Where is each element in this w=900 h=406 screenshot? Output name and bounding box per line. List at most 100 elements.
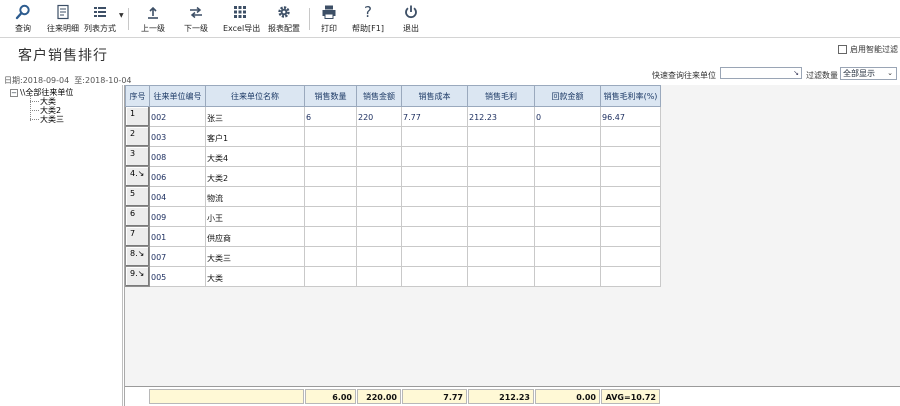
sales-profit-cell[interactable] [467,206,535,227]
sales-profit-cell[interactable] [467,146,535,167]
unit-code-cell[interactable]: 007 [149,246,206,267]
margin-rate-cell[interactable] [600,206,661,227]
row-number[interactable]: 4.↘ [125,166,150,187]
received-amount-cell[interactable] [534,126,601,147]
margin-rate-cell[interactable] [600,146,661,167]
received-amount-cell[interactable] [534,146,601,167]
table-row[interactable]: 8.↘ 007 大类三 [125,246,661,267]
query-button[interactable]: 查询 [10,4,36,36]
sales-amount-cell[interactable] [356,186,402,207]
quick-query-input[interactable] [720,67,802,79]
received-amount-cell[interactable] [534,246,601,267]
sales-cost-cell[interactable] [401,146,468,167]
margin-rate-cell[interactable] [600,246,661,267]
received-amount-cell[interactable] [534,206,601,227]
sales-cost-cell[interactable] [401,166,468,187]
sales-amount-cell[interactable] [356,246,402,267]
column-header[interactable]: 销售毛利率(%) [600,85,661,107]
row-number[interactable]: 6 [125,206,150,227]
unit-code-cell[interactable]: 009 [149,206,206,227]
table-row[interactable]: 7 001 供应商 [125,226,661,247]
sales-profit-cell[interactable] [467,246,535,267]
sales-profit-cell[interactable] [467,166,535,187]
sales-qty-cell[interactable] [304,226,357,247]
level-up-button[interactable]: 上一级 [140,4,166,36]
margin-rate-cell[interactable] [600,126,661,147]
sales-cost-cell[interactable] [401,246,468,267]
sales-amount-cell[interactable] [356,266,402,287]
unit-code-cell[interactable]: 006 [149,166,206,187]
table-row[interactable]: 4.↘ 006 大类2 [125,166,661,187]
sales-cost-cell[interactable] [401,226,468,247]
table-row[interactable]: 3 008 大类4 [125,146,661,167]
sales-cost-cell[interactable] [401,206,468,227]
level-down-button[interactable]: 下一级 [183,4,209,36]
unit-name-cell[interactable]: 大类2 [205,166,305,187]
table-row[interactable]: 9.↘ 005 大类 [125,266,661,287]
sales-profit-cell[interactable] [467,186,535,207]
unit-name-cell[interactable]: 客户1 [205,126,305,147]
checkbox-box[interactable] [838,44,847,54]
unit-code-cell[interactable]: 002 [149,106,206,127]
sales-qty-cell[interactable] [304,206,357,227]
dropdown-arrow-icon[interactable]: ↘ [791,68,801,78]
row-number[interactable]: 1 [125,106,150,127]
sales-cost-cell[interactable] [401,126,468,147]
received-amount-cell[interactable] [534,226,601,247]
sales-qty-cell[interactable] [304,146,357,167]
excel-export-button[interactable]: Excel导出 [223,4,260,36]
table-row[interactable]: 2 003 客户1 [125,126,661,147]
row-number[interactable]: 7 [125,226,150,247]
unit-name-cell[interactable]: 供应商 [205,226,305,247]
help-button[interactable]: ? 帮助[F1] [350,4,386,36]
unit-name-cell[interactable]: 物流 [205,186,305,207]
sales-qty-cell[interactable] [304,126,357,147]
tree-item[interactable]: 大类三 [30,114,64,125]
column-header[interactable]: 销售金额 [356,85,402,107]
print-button[interactable]: 打印 [318,4,340,36]
margin-rate-cell[interactable] [600,166,661,187]
sales-qty-cell[interactable]: 6 [304,106,357,127]
column-header[interactable]: 销售毛利 [467,85,535,107]
received-amount-cell[interactable] [534,266,601,287]
margin-rate-cell[interactable] [600,186,661,207]
filter-count-select[interactable]: 全部显示 ⌄ [840,67,897,80]
column-header[interactable]: 回款金额 [534,85,601,107]
sales-profit-cell[interactable] [467,226,535,247]
sales-profit-cell[interactable] [467,266,535,287]
smart-filter-checkbox[interactable]: 启用智能过滤 [838,43,898,55]
unit-name-cell[interactable]: 小王 [205,206,305,227]
margin-rate-cell[interactable] [600,226,661,247]
exit-button[interactable]: 退出 [400,4,422,36]
table-row[interactable]: 6 009 小王 [125,206,661,227]
row-number[interactable]: 2 [125,126,150,147]
received-amount-cell[interactable]: 0 [534,106,601,127]
sales-profit-cell[interactable] [467,126,535,147]
column-header[interactable]: 销售成本 [401,85,468,107]
table-row[interactable]: 1 002 张三 6 220 7.77 212.23 0 96.47 [125,106,661,127]
row-number[interactable]: 5 [125,186,150,207]
sales-amount-cell[interactable] [356,206,402,227]
column-header[interactable]: 往来单位名称 [205,85,305,107]
sales-amount-cell[interactable] [356,166,402,187]
unit-code-cell[interactable]: 005 [149,266,206,287]
sales-amount-cell[interactable] [356,226,402,247]
margin-rate-cell[interactable]: 96.47 [600,106,661,127]
sales-qty-cell[interactable] [304,166,357,187]
received-amount-cell[interactable] [534,186,601,207]
list-mode-button[interactable]: 列表方式 [82,4,118,36]
detail-button[interactable]: 往来明细 [44,4,82,36]
sales-profit-cell[interactable]: 212.23 [467,106,535,127]
sales-qty-cell[interactable] [304,266,357,287]
unit-name-cell[interactable]: 大类 [205,266,305,287]
row-number[interactable]: 8.↘ [125,246,150,267]
row-number[interactable]: 9.↘ [125,266,150,287]
collapse-icon[interactable]: − [10,88,18,97]
column-header[interactable]: 销售数量 [304,85,357,107]
row-number[interactable]: 3 [125,146,150,167]
received-amount-cell[interactable] [534,166,601,187]
unit-name-cell[interactable]: 大类4 [205,146,305,167]
chevron-down-icon[interactable]: ▼ [119,12,124,19]
sales-amount-cell[interactable]: 220 [356,106,402,127]
sales-amount-cell[interactable] [356,126,402,147]
